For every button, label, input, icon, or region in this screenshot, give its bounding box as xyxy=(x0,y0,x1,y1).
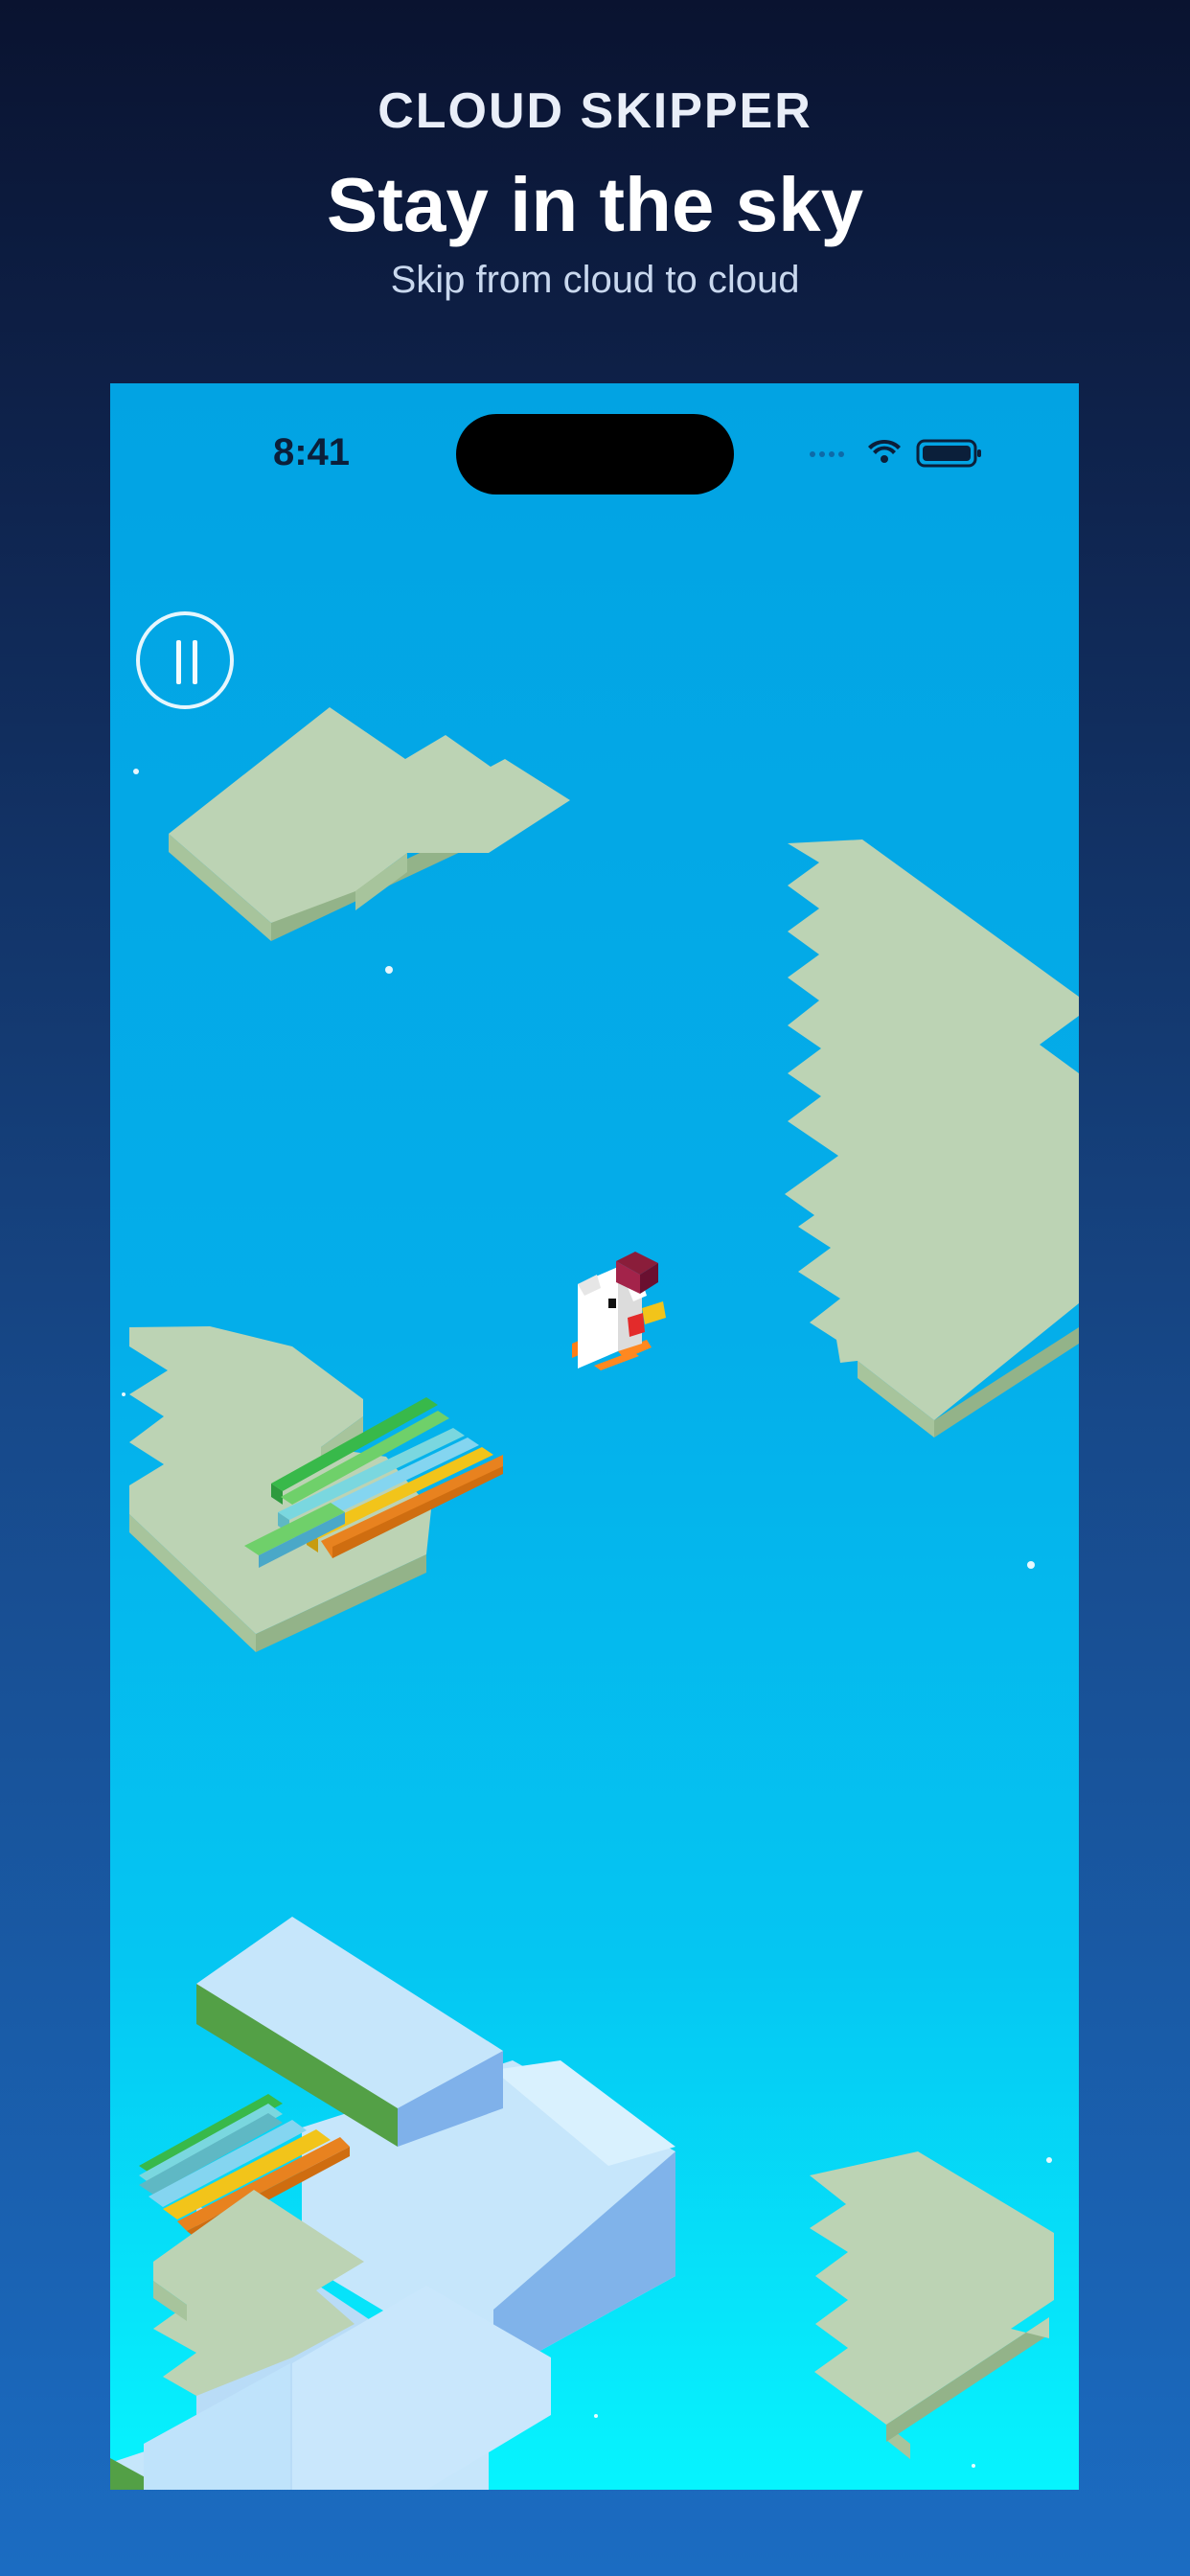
app-name: CLOUD SKIPPER xyxy=(378,83,812,139)
status-time: 8:41 xyxy=(272,431,351,473)
sparkle xyxy=(385,966,393,974)
sparkle xyxy=(1046,2157,1052,2163)
wifi-icon xyxy=(868,439,901,463)
sparkle xyxy=(122,1392,126,1396)
game-scene xyxy=(110,707,1079,2490)
signal-dots-icon xyxy=(810,451,844,457)
chicken-eye xyxy=(608,1299,616,1308)
pause-icon xyxy=(176,640,181,684)
chicken-player xyxy=(572,1252,666,1370)
pause-icon-bar xyxy=(193,640,197,684)
promo-header: CLOUD SKIPPER Stay in the sky Skip from … xyxy=(0,0,1190,364)
sparkle xyxy=(594,2414,598,2418)
pause-button[interactable] xyxy=(136,611,234,709)
cloud-platform xyxy=(169,707,570,941)
cloud-platform xyxy=(785,840,1079,1438)
promo-headline: Stay in the sky xyxy=(326,162,864,247)
sparkle xyxy=(1027,1561,1035,1569)
battery-icon xyxy=(916,439,981,468)
promo-subhead: Skip from cloud to cloud xyxy=(390,259,800,301)
sparkle xyxy=(133,769,139,774)
dynamic-island xyxy=(456,414,734,494)
phone-screen: 8:41 xyxy=(110,383,1079,2490)
status-icons-graphic xyxy=(810,439,981,468)
sparkle xyxy=(972,2464,975,2468)
status-icons xyxy=(801,433,993,472)
cloud-platform xyxy=(810,2151,1054,2459)
